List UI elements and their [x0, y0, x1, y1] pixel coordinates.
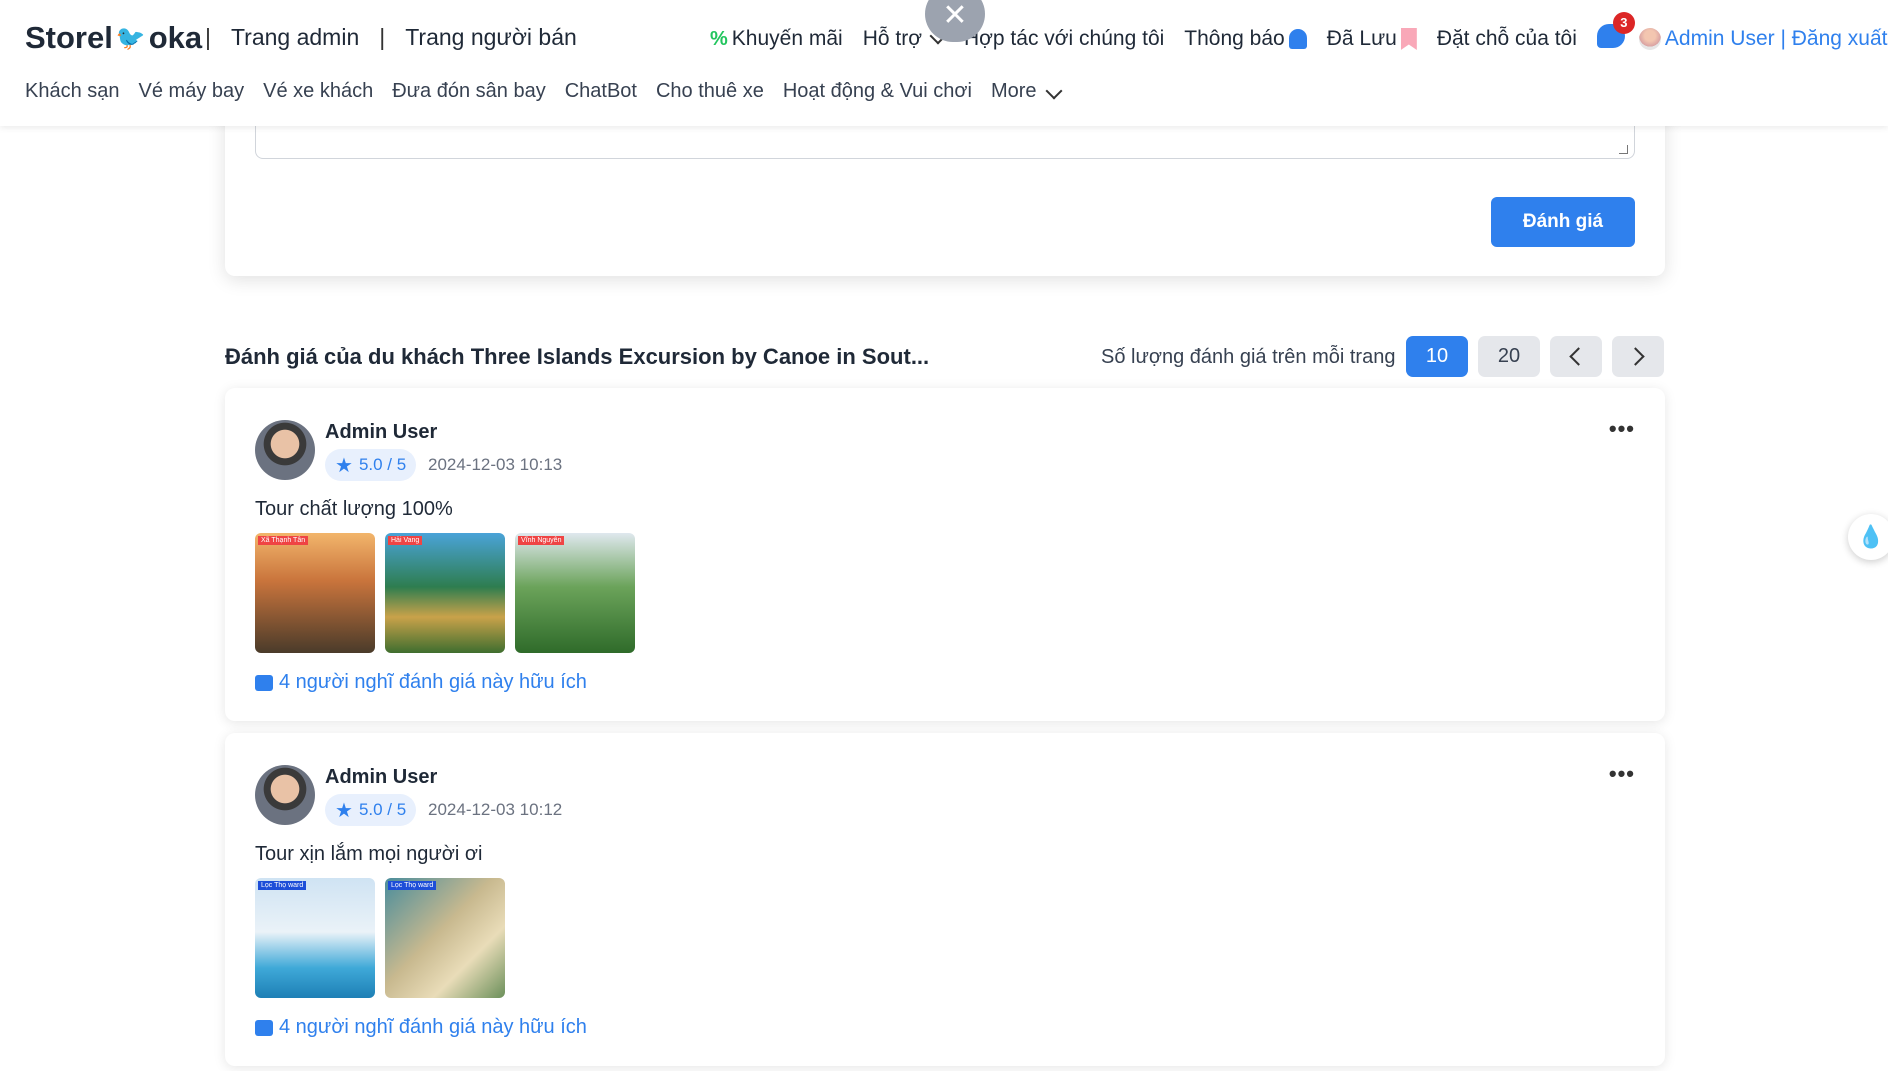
- avatar: [255, 420, 315, 480]
- rating-badge: ★ 5.0 / 5: [325, 794, 417, 826]
- category-nav: Khách sạn Vé máy bay Vé xe khách Đưa đón…: [25, 80, 1063, 103]
- nav-flights[interactable]: Vé máy bay: [139, 80, 245, 103]
- bookmark-icon: [1400, 28, 1417, 50]
- nav-more[interactable]: More: [990, 80, 1063, 103]
- review-date: 2024-12-03 10:12: [428, 800, 563, 819]
- nav-airport-transfer[interactable]: Đưa đón sân bay: [392, 80, 546, 103]
- top-links: | Trang admin | Trang người bán: [205, 24, 577, 51]
- user-label: Admin User | Đăng xuất |: [1664, 27, 1888, 50]
- rating-value: 5.0 / 5: [358, 800, 407, 819]
- chevron-left-icon: [1569, 347, 1588, 366]
- right-nav: % Khuyến mãi Hỗ trợ Hợp tác với chúng tô…: [710, 12, 1888, 54]
- review-card: Admin User ★ 5.0 / 5 2024-12-03 10:12 ••…: [225, 733, 1665, 1066]
- nav-chatbot[interactable]: ChatBot: [565, 80, 637, 103]
- photo-location-tag: Vĩnh Nguyên: [518, 536, 565, 545]
- photo-location-tag: Lọc Thọ ward: [388, 881, 437, 890]
- review-card: Admin User ★ 5.0 / 5 2024-12-03 10:13 ••…: [225, 388, 1665, 721]
- bookings-label: Đặt chỗ của tôi: [1436, 27, 1577, 50]
- review-comment: Tour chất lượng 100%: [255, 498, 453, 520]
- helpful-label: 4 người nghĩ đánh giá này hữu ích: [279, 671, 587, 693]
- rating-badge: ★ 5.0 / 5: [325, 449, 417, 481]
- avatar: [255, 765, 315, 825]
- bookings-link[interactable]: Đặt chỗ của tôi: [1437, 27, 1577, 51]
- review-author: Admin User: [325, 421, 438, 443]
- review-photo[interactable]: Hải Vang: [385, 533, 505, 653]
- site-logo[interactable]: Storel 🐦 oka: [25, 20, 202, 56]
- chevron-right-icon: [1626, 347, 1645, 366]
- helpful-link[interactable]: 4 người nghĩ đánh giá này hữu ích: [255, 671, 587, 694]
- review-photo[interactable]: Vĩnh Nguyên: [515, 533, 635, 653]
- review-photo[interactable]: Xã Thạnh Tân: [255, 533, 375, 653]
- prev-page-button[interactable]: [1550, 336, 1602, 377]
- logo-text-right: oka: [148, 20, 203, 55]
- thumbs-up-icon: [255, 1019, 273, 1036]
- star-icon: ★: [335, 799, 353, 822]
- helpful-label: 4 người nghĩ đánh giá này hữu ích: [279, 1016, 587, 1038]
- promo-label: Khuyến mãi: [731, 27, 843, 50]
- review-photos: Xã Thạnh Tân Hải Vang Vĩnh Nguyên: [255, 533, 635, 653]
- next-page-button[interactable]: [1612, 336, 1664, 377]
- nav-car-rental[interactable]: Cho thuê xe: [656, 80, 764, 103]
- partner-link[interactable]: Hợp tác với chúng tôi: [964, 27, 1164, 51]
- logo-text-left: Storel: [25, 20, 113, 55]
- partner-label: Hợp tác với chúng tôi: [963, 27, 1165, 50]
- per-page-20-button[interactable]: 20: [1478, 336, 1540, 377]
- reviews-title: Đánh giá của du khách Three Islands Excu…: [225, 344, 930, 369]
- support-label: Hỗ trợ: [862, 27, 922, 50]
- percent-icon: %: [710, 27, 728, 50]
- saved-label: Đã Lưu: [1326, 27, 1397, 50]
- more-options-icon[interactable]: •••: [1609, 761, 1635, 787]
- star-icon: ★: [335, 454, 353, 477]
- thumbs-up-icon: [255, 674, 273, 691]
- seller-page-link[interactable]: Trang người bán: [405, 24, 577, 51]
- photo-location-tag: Hải Vang: [388, 536, 423, 545]
- nav-bus-tickets[interactable]: Vé xe khách: [263, 80, 373, 103]
- user-logout-link[interactable]: Admin User | Đăng xuất |: [1638, 27, 1888, 51]
- review-photo[interactable]: Lọc Thọ ward: [385, 878, 505, 998]
- review-author: Admin User: [325, 766, 438, 788]
- photo-location-tag: Xã Thạnh Tân: [258, 536, 309, 545]
- photo-location-tag: Lọc Thọ ward: [258, 881, 307, 890]
- floating-assistant-icon[interactable]: 💧: [1848, 514, 1888, 560]
- review-date: 2024-12-03 10:13: [428, 455, 563, 474]
- avatar: [1638, 28, 1661, 50]
- rating-value: 5.0 / 5: [358, 455, 407, 474]
- nav-activities[interactable]: Hoạt động & Vui chơi: [783, 80, 972, 103]
- admin-page-link[interactable]: Trang admin: [231, 24, 359, 51]
- notifications-link[interactable]: Thông báo: [1184, 27, 1307, 51]
- chat-button[interactable]: 3: [1596, 12, 1635, 54]
- per-page-label: Số lượng đánh giá trên mỗi trang: [1101, 346, 1396, 368]
- review-comment: Tour xịn lắm mọi người ơi: [255, 843, 483, 865]
- chevron-down-icon: [1045, 82, 1063, 100]
- helpful-link[interactable]: 4 người nghĩ đánh giá này hữu ích: [255, 1016, 587, 1039]
- submit-review-button[interactable]: Đánh giá: [1491, 197, 1635, 247]
- resize-handle-icon[interactable]: [1619, 145, 1628, 154]
- bird-icon: 🐦: [115, 24, 146, 52]
- top-header: ✕ Storel 🐦 oka | Trang admin | Trang ngư…: [0, 0, 1888, 126]
- per-page-10-button[interactable]: 10: [1406, 336, 1468, 377]
- more-options-icon[interactable]: •••: [1609, 416, 1635, 442]
- saved-link[interactable]: Đã Lưu: [1327, 27, 1417, 51]
- review-photo[interactable]: Lọc Thọ ward: [255, 878, 375, 998]
- chat-badge: 3: [1612, 12, 1635, 34]
- promo-link[interactable]: % Khuyến mãi: [710, 27, 843, 51]
- bell-icon: [1288, 29, 1307, 49]
- nav-hotels[interactable]: Khách sạn: [25, 80, 120, 103]
- review-photos: Lọc Thọ ward Lọc Thọ ward: [255, 878, 505, 998]
- notifications-label: Thông báo: [1184, 27, 1285, 50]
- nav-more-label: More: [990, 80, 1037, 102]
